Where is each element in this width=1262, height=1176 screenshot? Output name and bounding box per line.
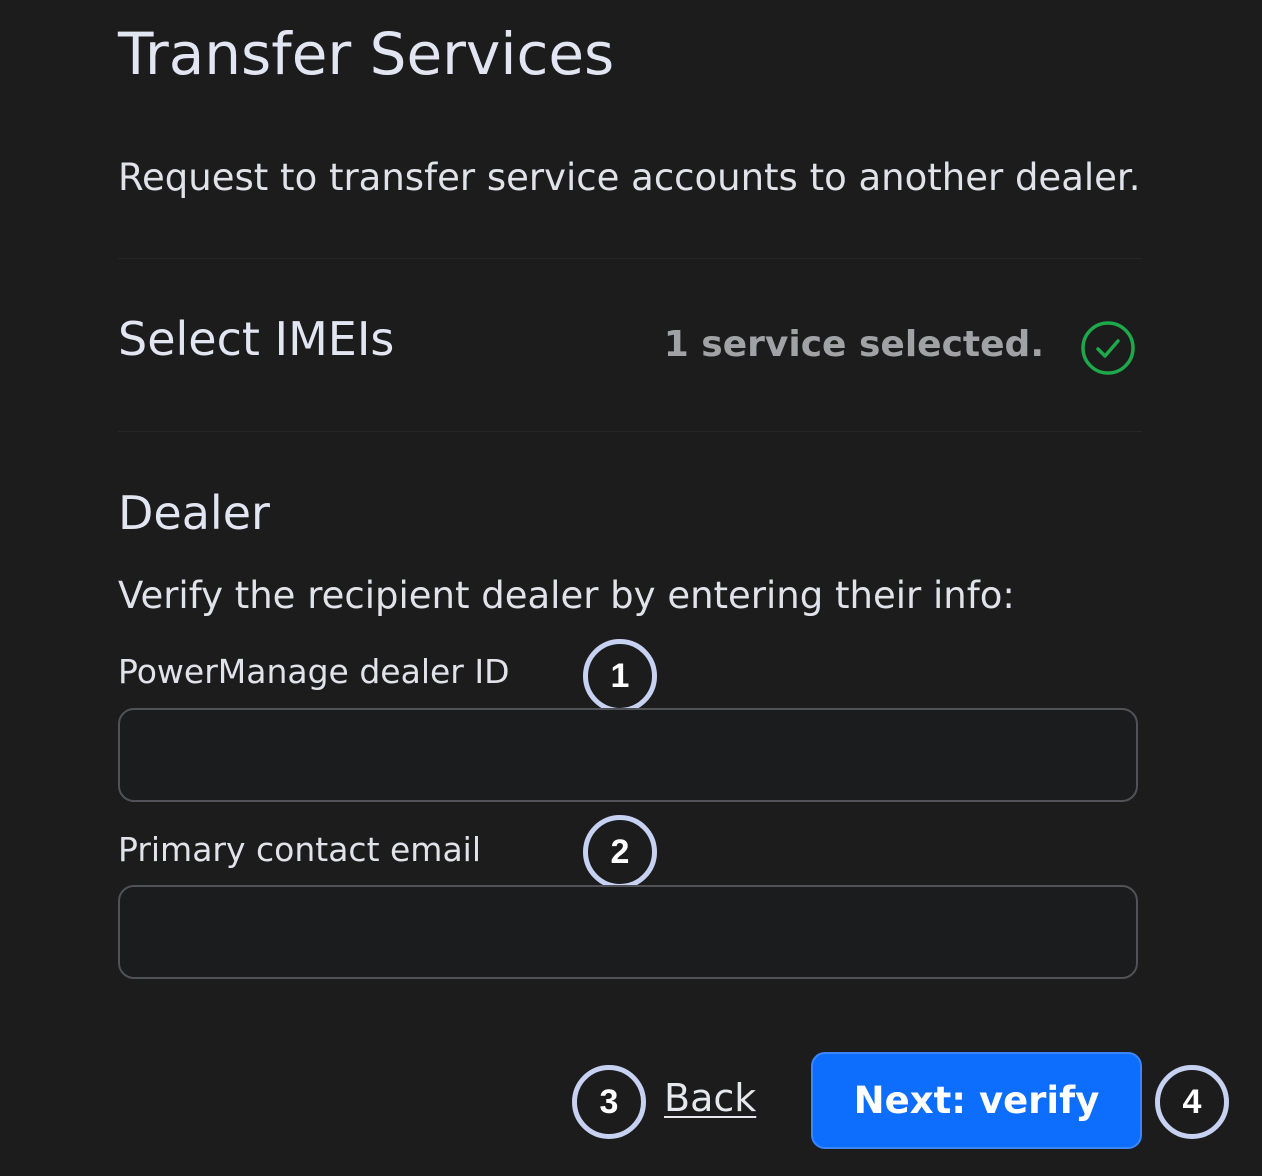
divider [118,258,1142,259]
step-badge-3: 3 [572,1065,646,1139]
contact-email-input[interactable] [118,885,1138,979]
divider [118,431,1142,432]
step-badge-1: 1 [583,639,657,713]
dealer-description: Verify the recipient dealer by entering … [118,574,1015,617]
step-badge-2: 2 [583,815,657,889]
dealer-id-input[interactable] [118,708,1138,802]
contact-email-label: Primary contact email [118,830,481,869]
transfer-services-page: Transfer Services Request to transfer se… [0,0,1262,1176]
check-circle-icon [1081,321,1135,375]
page-subtitle: Request to transfer service accounts to … [118,156,1141,199]
back-link[interactable]: Back [664,1076,756,1120]
imei-section-title: Select IMEIs [118,312,395,366]
dealer-id-label: PowerManage dealer ID [118,652,510,691]
step-badge-4: 4 [1155,1065,1229,1139]
next-verify-button[interactable]: Next: verify [811,1052,1142,1149]
dealer-section-title: Dealer [118,486,270,540]
selection-status: 1 service selected. [663,324,1044,365]
page-title: Transfer Services [118,20,615,88]
